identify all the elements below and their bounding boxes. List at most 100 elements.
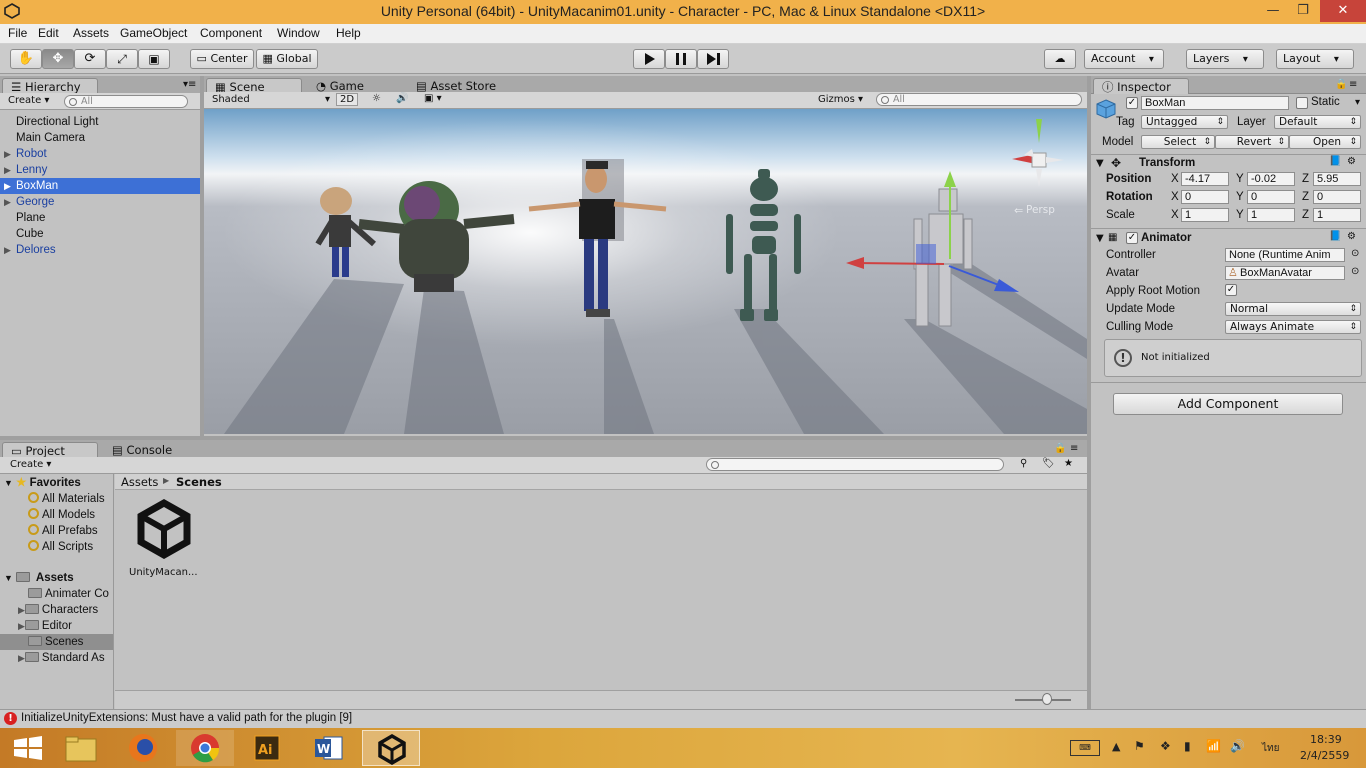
expand-arrow-icon[interactable]: ▶ [18, 653, 25, 663]
hierarchy-create-dropdown[interactable]: Create ▾ [8, 95, 49, 106]
menu-edit[interactable]: Edit [38, 26, 59, 40]
hierarchy-item[interactable]: ▶ George [0, 194, 200, 210]
position-x-field[interactable]: -4.17 [1181, 172, 1229, 186]
firefox-taskbar-button[interactable] [114, 730, 172, 766]
hierarchy-item-selected[interactable]: ▶ BoxMan [0, 178, 200, 194]
rotate-tool-button[interactable]: ⟳ [74, 49, 106, 69]
scene-viewport[interactable]: ⇐ Persp [204, 109, 1087, 434]
panel-menu-icon[interactable]: ▾≡ [183, 79, 196, 90]
action-center-flag-icon[interactable]: ⚑ [1134, 739, 1145, 753]
help-book-icon[interactable]: 📘 [1329, 231, 1341, 242]
rotation-z-field[interactable]: 0 [1313, 190, 1361, 204]
clock-time[interactable]: 18:39 [1310, 733, 1342, 746]
folder-item[interactable]: ▶ Characters [18, 602, 114, 618]
culling-mode-dropdown[interactable]: Always Animate [1225, 320, 1361, 334]
expand-arrow-icon[interactable]: ▶ [18, 621, 25, 631]
breadcrumb-current[interactable]: Scenes [176, 475, 222, 489]
panel-menu-icon[interactable]: ≡ [1070, 443, 1078, 454]
file-explorer-taskbar-button[interactable] [52, 730, 110, 766]
pause-button[interactable] [665, 49, 697, 69]
active-checkbox[interactable]: ✓ [1126, 97, 1138, 109]
tab-hierarchy[interactable]: ☰ Hierarchy [2, 78, 98, 94]
layout-dropdown[interactable]: Layout [1276, 49, 1354, 69]
tab-project[interactable]: ▭ Project [2, 442, 98, 458]
update-mode-dropdown[interactable]: Normal [1225, 302, 1361, 316]
shading-mode-dropdown[interactable]: Shaded ▾ [212, 94, 330, 105]
menu-assets[interactable]: Assets [73, 26, 109, 40]
animator-enabled-checkbox[interactable]: ✓ [1126, 232, 1138, 244]
input-language-indicator[interactable]: ไทย [1262, 741, 1279, 756]
move-tool-button[interactable]: ✥ [42, 49, 74, 69]
object-picker-icon[interactable]: ⊙ [1351, 248, 1359, 259]
collapse-arrow-icon[interactable]: ▼ [4, 478, 13, 488]
static-dropdown-icon[interactable]: ▾ [1355, 97, 1360, 108]
hierarchy-item[interactable]: Main Camera [0, 130, 200, 146]
object-name-field[interactable]: BoxMan [1141, 96, 1289, 110]
expand-arrow-icon[interactable]: ▶ [4, 178, 11, 194]
favorite-star-icon[interactable]: ★ [1064, 458, 1073, 469]
project-search-input[interactable] [706, 458, 1004, 471]
tab-inspector[interactable]: ⓘ Inspector [1093, 78, 1189, 94]
scene-search-input[interactable]: All [876, 93, 1082, 106]
folder-item[interactable]: Animater Co [28, 586, 114, 602]
pivot-center-toggle[interactable]: ▭ Center [190, 49, 254, 69]
hierarchy-item[interactable]: Directional Light [0, 114, 200, 130]
2d-toggle[interactable]: 2D [336, 93, 359, 106]
static-checkbox[interactable] [1296, 97, 1308, 109]
status-bar[interactable]: ! InitializeUnityExtensions: Must have a… [0, 709, 1366, 728]
assets-header[interactable]: ▼ Assets [4, 570, 74, 586]
favorite-item[interactable]: All Prefabs [28, 523, 98, 539]
expand-arrow-icon[interactable]: ▶ [4, 146, 11, 162]
model-open-button[interactable]: Open [1289, 135, 1361, 149]
foldout-arrow-icon[interactable]: ▼ [1096, 233, 1104, 244]
scale-z-field[interactable]: 1 [1313, 208, 1361, 222]
menu-component[interactable]: Component [200, 26, 262, 40]
hierarchy-item[interactable]: Plane [0, 210, 200, 226]
controller-field[interactable]: None (Runtime Anim [1225, 248, 1345, 262]
component-settings-icon[interactable]: ⚙ [1347, 231, 1356, 242]
expand-arrow-icon[interactable]: ▶ [4, 242, 11, 258]
apply-root-motion-checkbox[interactable]: ✓ [1225, 284, 1237, 296]
restore-button[interactable]: ❐ [1288, 0, 1318, 22]
project-create-dropdown[interactable]: Create ▾ [10, 459, 51, 470]
scale-y-field[interactable]: 1 [1247, 208, 1295, 222]
model-revert-button[interactable]: Revert [1215, 135, 1289, 149]
pivot-global-toggle[interactable]: ▦ Global [256, 49, 318, 69]
model-select-button[interactable]: Select [1141, 135, 1215, 149]
unity-taskbar-button[interactable] [362, 730, 420, 766]
folder-item[interactable]: ▶ Editor [18, 618, 114, 634]
hierarchy-search-input[interactable]: All [64, 95, 188, 108]
folder-item-selected[interactable]: Scenes [0, 634, 113, 650]
tab-console[interactable]: ▤ Console [104, 442, 180, 458]
illustrator-taskbar-button[interactable]: Ai [238, 730, 296, 766]
folder-item[interactable]: ▶ Standard As [18, 650, 114, 666]
power-battery-icon[interactable]: ▮ [1184, 739, 1191, 753]
gizmos-dropdown[interactable]: Gizmos ▾ [818, 94, 863, 105]
menu-window[interactable]: Window [277, 26, 320, 40]
clock-date[interactable]: 2/4/2559 [1300, 749, 1349, 762]
favorite-item[interactable]: All Scripts [28, 539, 93, 555]
rotation-x-field[interactable]: 0 [1181, 190, 1229, 204]
expand-arrow-icon[interactable]: ▶ [18, 605, 25, 615]
hierarchy-item[interactable]: ▶ Delores [0, 242, 200, 258]
add-component-button[interactable]: Add Component [1113, 393, 1343, 415]
account-dropdown[interactable]: Account [1084, 49, 1164, 69]
rect-tool-button[interactable]: ▣ [138, 49, 170, 69]
expand-arrow-icon[interactable]: ▶ [4, 162, 11, 178]
volume-icon[interactable]: 🔊 [1230, 739, 1245, 753]
help-book-icon[interactable]: 📘 [1329, 156, 1341, 167]
scale-x-field[interactable]: 1 [1181, 208, 1229, 222]
foldout-arrow-icon[interactable]: ▼ [1096, 158, 1104, 169]
lighting-toggle-icon[interactable]: ☼ [372, 93, 381, 104]
scale-tool-button[interactable]: ⤢ [106, 49, 138, 69]
asset-item[interactable]: UnityMacan... [125, 497, 201, 583]
start-button[interactable] [0, 730, 58, 766]
hand-tool-button[interactable]: ✋ [10, 49, 42, 69]
collapse-arrow-icon[interactable]: ▼ [4, 573, 13, 583]
hierarchy-item[interactable]: ▶ Robot [0, 146, 200, 162]
lock-icon[interactable]: 🔒 [1054, 443, 1066, 454]
favorite-item[interactable]: All Materials [28, 491, 105, 507]
projection-label[interactable]: Persp [1026, 204, 1055, 216]
panel-menu-icon[interactable]: ≡ [1349, 79, 1357, 90]
word-taskbar-button[interactable]: W [300, 730, 358, 766]
